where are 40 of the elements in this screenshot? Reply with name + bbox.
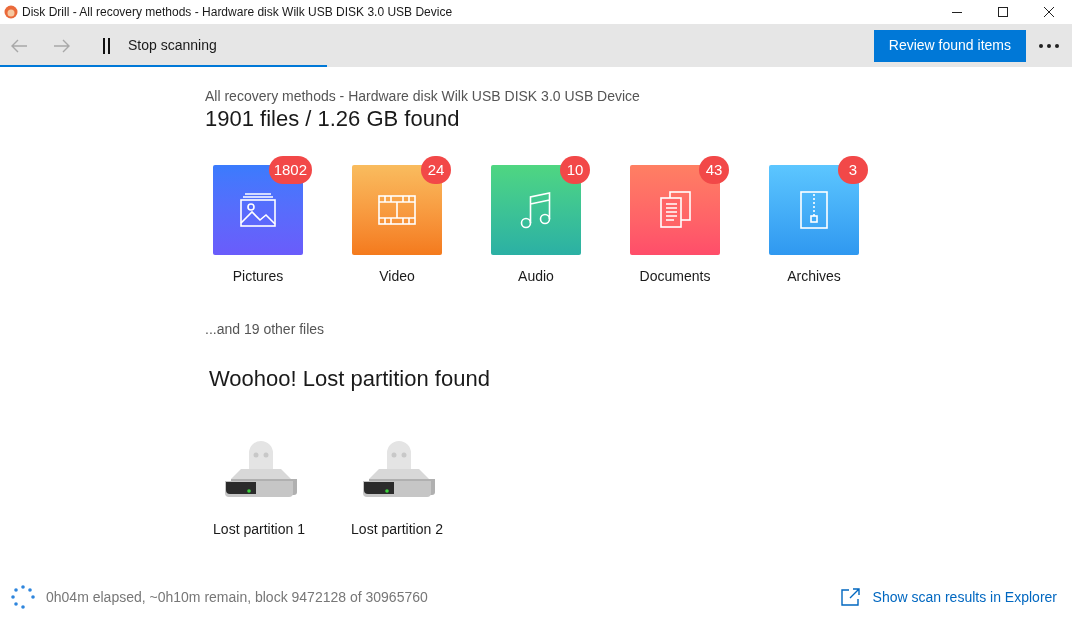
picture-icon — [239, 193, 277, 227]
lost-partition-item[interactable]: Lost partition 2 — [347, 439, 447, 540]
maximize-icon — [998, 7, 1008, 17]
found-summary-title: 1901 files / 1.26 GB found — [205, 105, 461, 133]
category-label: Documents — [639, 267, 711, 286]
external-window-icon — [840, 588, 861, 606]
count-badge: 1802 — [268, 156, 312, 184]
lost-partition-heading: Woohoo! Lost partition found — [209, 365, 491, 393]
category-tile[interactable] — [769, 165, 859, 255]
category-label: Pictures — [232, 267, 284, 286]
app-logo-icon — [4, 5, 18, 19]
scan-status-text: 0h04m elapsed, ~0h10m remain, block 9472128 of 30965760 — [46, 587, 428, 607]
count-badge: 3 — [838, 156, 868, 184]
category-label: Audio — [518, 267, 554, 286]
category-label: Archives — [787, 267, 841, 286]
count-badge: 43 — [699, 156, 729, 184]
film-strip-icon — [378, 195, 416, 225]
stop-scanning-button[interactable]: Stop scanning — [102, 35, 217, 56]
pause-icon — [102, 37, 111, 54]
more-dots-icon — [1039, 43, 1059, 48]
scan-subtitle: All recovery methods - Hardware disk Wilk USB DISK 3.0 USB Device — [205, 87, 641, 105]
spinner-icon — [10, 585, 36, 609]
category-tile[interactable] — [352, 165, 442, 255]
documents-icon — [658, 191, 692, 229]
forward-arrow-icon — [53, 38, 71, 53]
music-note-icon — [520, 191, 552, 229]
back-arrow-icon — [10, 38, 28, 53]
window-title: Disk Drill - All recovery methods - Hardware disk Wilk USB DISK 3.0 USB Device — [22, 4, 453, 21]
show-in-explorer-link[interactable]: Show scan results in Explorer — [840, 586, 1057, 608]
lost-partition-item[interactable]: Lost partition 1 — [209, 439, 309, 540]
category-label: Video — [379, 267, 415, 286]
minimize-icon — [952, 11, 962, 13]
category-tile[interactable] — [491, 165, 581, 255]
review-found-items-button[interactable]: Review found items — [873, 29, 1026, 62]
category-tile[interactable] — [630, 165, 720, 255]
close-icon — [1044, 7, 1054, 17]
count-badge: 24 — [421, 156, 451, 184]
zip-archive-icon — [800, 191, 828, 229]
count-badge: 10 — [560, 156, 590, 184]
other-files-text: ...and 19 other files — [205, 320, 326, 339]
